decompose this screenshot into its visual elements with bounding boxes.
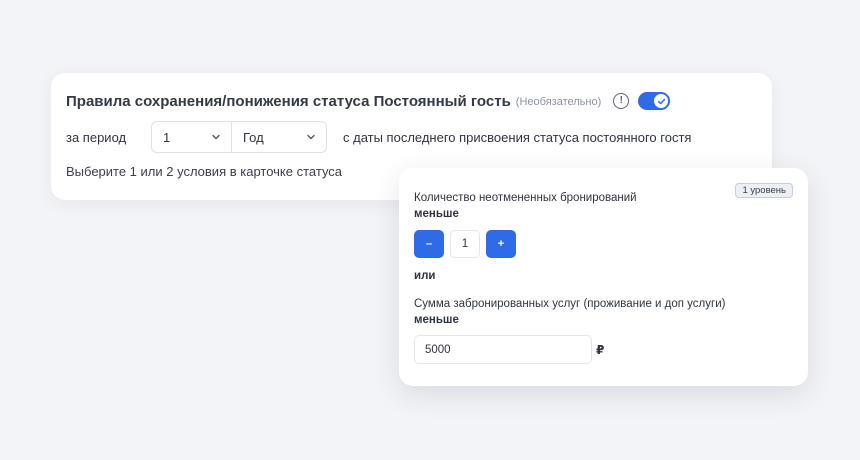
period-unit: Год	[243, 129, 264, 145]
sum-input[interactable]: 5000	[414, 335, 592, 364]
toggle-check-icon	[654, 94, 669, 108]
decrement-button[interactable]: –	[414, 230, 444, 258]
hint-text: Выберите 1 или 2 условия в карточке стат…	[66, 164, 343, 179]
period-tail-text: с даты последнего присвоения статуса пос…	[343, 129, 692, 145]
period-row: за период 1 Год с даты последнего присво…	[66, 121, 691, 153]
enable-toggle[interactable]	[638, 92, 671, 110]
period-unit-select[interactable]: Год	[232, 122, 326, 152]
bookings-count-input[interactable]: 1	[450, 230, 480, 258]
chevron-down-icon	[212, 134, 220, 140]
info-icon[interactable]: !	[613, 93, 630, 109]
condition2-comparator: меньше	[414, 314, 459, 326]
card-title: Правила сохранения/понижения статуса Пос…	[66, 92, 511, 110]
chevron-down-icon	[307, 134, 315, 140]
info-icon-glyph: !	[619, 95, 623, 106]
currency-symbol: ₽	[596, 343, 605, 357]
or-label: или	[414, 270, 436, 282]
period-select-group: 1 Год	[151, 121, 327, 153]
level-conditions-card: 1 уровень Количество неотмененных бронир…	[399, 168, 808, 386]
period-value-select[interactable]: 1	[152, 122, 232, 152]
optional-label: (Необязательно)	[515, 96, 602, 108]
title-row: Правила сохранения/понижения статуса Пос…	[66, 92, 671, 110]
increment-button[interactable]: +	[486, 230, 516, 258]
bookings-stepper: – 1 +	[414, 230, 516, 258]
condition2-label: Сумма забронированных услуг (проживание …	[414, 298, 726, 310]
period-label: за период	[66, 129, 127, 145]
condition1-comparator: меньше	[414, 208, 459, 220]
level-badge: 1 уровень	[735, 183, 793, 198]
period-value: 1	[163, 129, 171, 145]
condition1-label: Количество неотмененных бронирований	[414, 192, 637, 204]
